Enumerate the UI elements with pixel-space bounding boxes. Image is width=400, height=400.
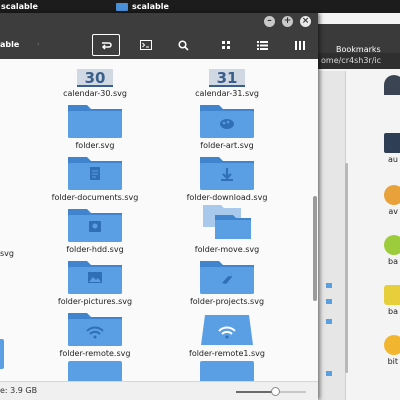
file-item[interactable]: folder-move.svg [160,201,280,254]
path-toggle-icon [101,42,112,50]
file-item[interactable]: folder-pictures.svg [28,253,148,306]
list-item [326,299,332,304]
taskbar-item-scalable-2[interactable]: scalable [116,0,169,13]
path-toggle-button[interactable] [92,34,120,56]
file-item[interactable]: 30 calendar-30.svg [28,59,148,98]
calendar-icon: 31 [197,69,257,89]
background-file-item[interactable]: bit [384,335,400,369]
app-icon [384,75,400,95]
app-icon [384,133,400,153]
background-sidebar [318,71,346,400]
background-file-item[interactable]: ba [384,285,400,319]
folder-pictures-icon [65,253,125,295]
file-item[interactable]: folder-documents.svg [28,149,148,202]
location-separator: · [37,40,40,49]
folder-art-icon [197,97,257,139]
maximize-button[interactable]: + [282,16,293,27]
file-label: ba [388,257,398,266]
app-icon [384,235,400,255]
background-file-manager-window: Bookmarks ome/cr4sh3r/ic au av ba ba bit [318,13,400,400]
terminal-icon [140,40,152,50]
folder-remote-icon [65,305,125,347]
svg-text:31: 31 [217,69,238,87]
file-item[interactable]: 31 calendar-31.svg [160,59,280,98]
file-item[interactable]: folder-remote.svg [28,305,148,358]
folder-icon[interactable] [200,361,254,381]
file-item[interactable]: folder.svg [28,97,148,150]
file-label: bit [387,357,398,366]
taskbar-label: scalable [1,2,38,11]
svg-text:30: 30 [85,69,106,87]
file-label: folder-remote1.svg [189,349,265,358]
zoom-slider-handle[interactable] [270,387,280,396]
list-item [326,371,332,376]
title-bar[interactable]: – + × [0,13,318,31]
minimize-button[interactable]: – [264,16,275,27]
folder-move-icon [197,201,257,243]
compact-view-button[interactable] [286,34,314,56]
file-item[interactable]: folder-download.svg [160,149,280,202]
folder-icon [116,2,128,11]
list-item [326,283,332,288]
search-button[interactable] [169,34,197,56]
folder-download-icon [197,149,257,191]
zoom-slider-fill [236,391,275,393]
folder-remote1-icon [197,305,257,347]
toolbar: able · [0,31,318,59]
location-label[interactable]: able [0,40,19,49]
file-item[interactable]: folder-art.svg [160,97,280,150]
background-file-item[interactable]: au [384,133,400,167]
scrollbar-thumb[interactable] [313,196,317,301]
list-view-button[interactable] [248,34,276,56]
file-item[interactable]: folder-remote1.svg [160,305,280,358]
background-file-item[interactable]: av [384,185,400,219]
grid-view-button[interactable] [212,34,240,56]
file-label: av [388,207,398,216]
zoom-slider[interactable] [236,387,306,396]
terminal-button[interactable] [132,34,160,56]
file-manager-window: – + × able · svg 30 calendar-30.svg 31 c… [0,13,318,400]
folder-icon [65,97,125,139]
file-label: folder-remote.svg [59,349,131,358]
file-label: au [388,155,398,164]
folder-documents-icon [65,149,125,191]
folder-hdd-icon [65,201,125,243]
grid-view-icon [222,41,230,49]
folder-icon [0,339,4,369]
compact-view-icon [295,40,305,50]
file-item[interactable]: folder-projects.svg [160,253,280,306]
search-icon [177,39,189,51]
folder-projects-icon [197,253,257,295]
top-panel: scalable scalable [0,0,400,13]
taskbar-label: scalable [132,2,169,11]
file-view[interactable]: svg 30 calendar-30.svg 31 calendar-31.svg fo… [0,59,318,381]
app-icon [384,285,400,305]
list-item [326,319,332,324]
app-icon [384,185,400,205]
file-label: ba [388,307,398,316]
background-file-item[interactable] [384,75,400,109]
folder-icon[interactable] [68,361,122,381]
location-path[interactable]: ome/cr4sh3r/ic [318,53,400,69]
scrollbar[interactable] [313,61,317,379]
list-view-icon [256,40,268,50]
app-icon [384,335,400,355]
background-file-item[interactable]: ba [384,235,400,269]
file-label: svg [0,249,14,258]
background-scrollbar[interactable] [345,163,348,373]
close-button[interactable]: × [300,16,311,27]
taskbar-item-scalable-1[interactable]: scalable [0,0,106,13]
calendar-icon: 30 [65,69,125,89]
free-space-text: e: 3.9 GB [0,386,38,395]
file-item[interactable]: folder-hdd.svg [28,201,148,254]
status-bar: e: 3.9 GB [0,381,318,400]
